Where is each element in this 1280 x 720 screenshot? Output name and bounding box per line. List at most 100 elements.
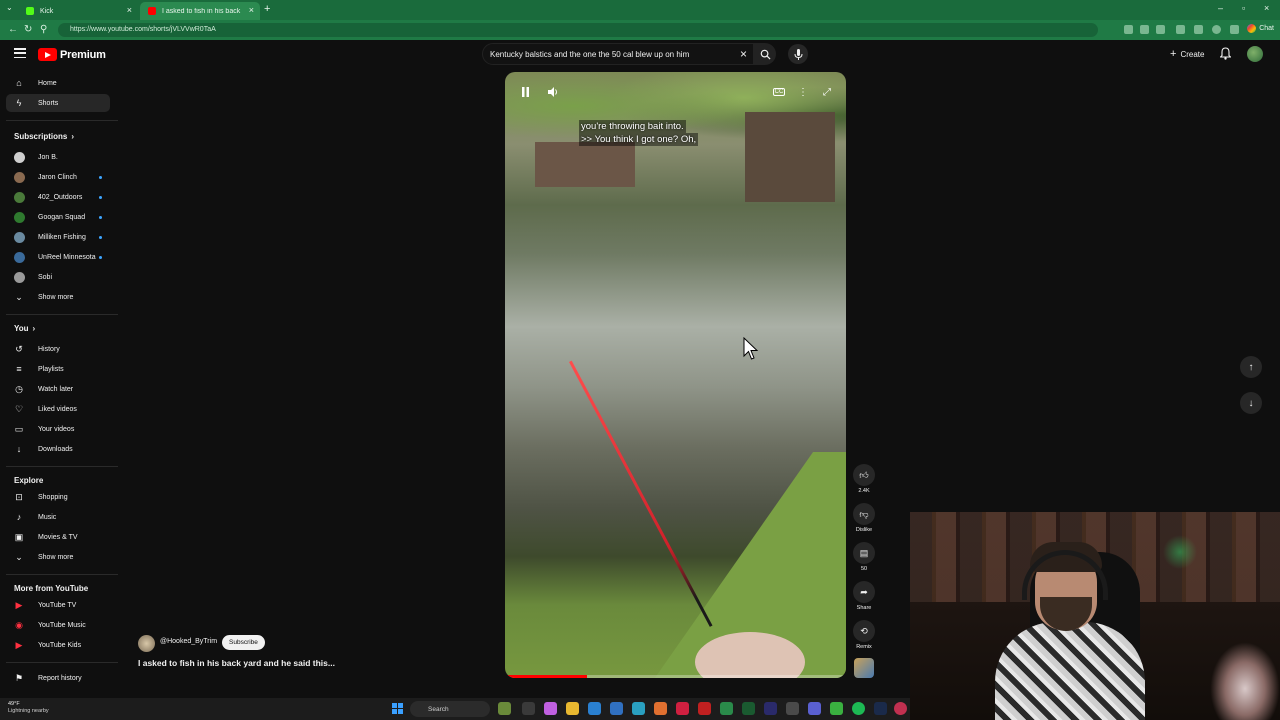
share-action[interactable]: ➦ Share	[853, 581, 875, 611]
next-short-button[interactable]: ↓	[1240, 392, 1262, 414]
sidebar-item-downloads[interactable]: ↓ Downloads	[6, 440, 110, 458]
back-icon[interactable]: ←	[8, 24, 18, 35]
comments-action[interactable]: ▤ 50	[853, 542, 875, 572]
subscriptions-heading[interactable]: Subscriptions ›	[14, 132, 74, 141]
chat-button[interactable]: Chat	[1247, 24, 1274, 33]
sidebar-item-shorts[interactable]: ϟ Shorts	[6, 94, 110, 112]
account-avatar[interactable]	[1247, 46, 1263, 62]
shorts-video-player[interactable]: you're throwing bait into. >> You think …	[505, 72, 846, 678]
show-more-explore[interactable]: ⌄ Show more	[6, 548, 110, 566]
create-button[interactable]: + Create	[1164, 46, 1210, 62]
site-info-icon[interactable]: ⚲	[40, 24, 47, 35]
search-box[interactable]: Kentucky balstics and the one the 50 cal…	[482, 43, 754, 65]
taskbar-app-icon[interactable]	[544, 702, 557, 715]
subscribe-button[interactable]: Subscribe	[222, 635, 265, 650]
like-button[interactable]: 👍︎	[853, 464, 875, 486]
taskbar-app-icon[interactable]	[610, 702, 623, 715]
search-input[interactable]: Kentucky balstics and the one the 50 cal…	[490, 50, 689, 59]
video-progress-bar[interactable]	[505, 675, 846, 678]
taskbar-app-icon[interactable]	[654, 702, 667, 715]
captions-button[interactable]: CC	[771, 84, 787, 100]
taskbar-app-icon[interactable]	[786, 702, 799, 715]
more-options-button[interactable]: ⋮	[795, 84, 811, 100]
search-button[interactable]	[754, 43, 776, 65]
dislike-button[interactable]: 👎︎	[853, 503, 875, 525]
sidebar-item-movies-tv[interactable]: ▣ Movies & TV	[6, 528, 110, 546]
menu-icon[interactable]	[14, 48, 26, 59]
share-button[interactable]: ➦	[853, 581, 875, 603]
volume-button[interactable]	[545, 84, 561, 100]
reload-icon[interactable]: ↻	[24, 24, 32, 35]
sidebar-item-playlists[interactable]: ≡ Playlists	[6, 360, 110, 378]
sidebar-item-shopping[interactable]: ⊡ Shopping	[6, 488, 110, 506]
taskbar-app-icon[interactable]	[498, 702, 511, 715]
taskbar-app-icon[interactable]	[742, 702, 755, 715]
tab-search-icon[interactable]: ⌄	[6, 3, 13, 12]
steam-icon[interactable]	[874, 702, 887, 715]
remix-button[interactable]: ⟲	[853, 620, 875, 642]
sidebar-subscription-googan-squad[interactable]: Googan Squad	[6, 208, 110, 226]
extension-icon[interactable]	[1124, 25, 1133, 34]
spotify-icon[interactable]	[852, 702, 865, 715]
taskbar-app-icon[interactable]	[764, 702, 777, 715]
profile-icon[interactable]	[1212, 25, 1221, 34]
new-tab-button[interactable]: +	[264, 3, 270, 15]
edge-browser-icon[interactable]	[632, 702, 645, 715]
menu-icon[interactable]	[1230, 25, 1239, 34]
sidebar-item-youtube-tv[interactable]: ▶ YouTube TV	[6, 596, 110, 614]
taskbar-app-icon[interactable]	[522, 702, 535, 715]
sidebar-item-youtube-music[interactable]: ◉ YouTube Music	[6, 616, 110, 634]
comments-button[interactable]: ▤	[853, 542, 875, 564]
sidebar-subscription-sobi[interactable]: Sobi	[6, 268, 110, 286]
sidebar-item-youtube-kids[interactable]: ▶ YouTube Kids	[6, 636, 110, 654]
sidebar-item-music[interactable]: ♪ Music	[6, 508, 110, 526]
maximize-button[interactable]: ▫	[1242, 3, 1245, 13]
like-action[interactable]: 👍︎ 2.4K	[853, 464, 875, 494]
browser-tab-kick[interactable]: Kick ×	[18, 2, 138, 20]
sidebar-item-history[interactable]: ↺ History	[6, 340, 110, 358]
windows-start-icon[interactable]	[392, 703, 403, 714]
fullscreen-button[interactable]: ⤢	[819, 84, 835, 100]
url-field[interactable]: https://www.youtube.com/shorts/jVLVVwR0T…	[58, 23, 1098, 37]
extension-icon[interactable]	[1176, 25, 1185, 34]
sidebar-subscription-unreel-minnesota[interactable]: UnReel Minnesota	[6, 248, 110, 266]
sidebar-item-home[interactable]: ⌂ Home	[6, 74, 110, 92]
sidebar-item-report-history[interactable]: ⚑ Report history	[6, 669, 110, 687]
taskbar-app-icon[interactable]	[830, 702, 843, 715]
chrome-icon[interactable]	[720, 702, 733, 715]
original-sound-thumbnail[interactable]	[854, 658, 874, 678]
extension-icon[interactable]	[1156, 25, 1165, 34]
pause-button[interactable]	[517, 84, 533, 100]
dislike-action[interactable]: 👎︎ Dislike	[853, 503, 875, 533]
sidebar-item-your-videos[interactable]: ▭ Your videos	[6, 420, 110, 438]
youtube-premium-logo[interactable]: Premium	[38, 48, 106, 61]
close-tab-icon[interactable]: ×	[249, 5, 254, 15]
taskbar-app-icon[interactable]	[698, 702, 711, 715]
extension-icon[interactable]	[1194, 25, 1203, 34]
sidebar-subscription-jaron-clinch[interactable]: Jaron Clinch	[6, 168, 110, 186]
remix-action[interactable]: ⟲ Remix	[853, 620, 875, 650]
notifications-bell-icon[interactable]	[1220, 47, 1231, 60]
minimize-button[interactable]: –	[1218, 3, 1223, 13]
channel-handle[interactable]: @Hooked_ByTrim	[160, 638, 217, 645]
taskbar-app-icon[interactable]	[588, 702, 601, 715]
sidebar-item-liked-videos[interactable]: ♡ Liked videos	[6, 400, 110, 418]
sidebar-subscription-milliken-fishing[interactable]: Milliken Fishing	[6, 228, 110, 246]
clear-search-icon[interactable]: ×	[740, 47, 747, 61]
taskbar-search[interactable]: Search	[410, 701, 490, 717]
show-more-subscriptions[interactable]: ⌄ Show more	[6, 288, 110, 306]
you-heading[interactable]: You ›	[14, 324, 35, 333]
taskbar-app-icon[interactable]	[808, 702, 821, 715]
sidebar-subscription-jon-b[interactable]: Jon B.	[6, 148, 110, 166]
bookmark-star-icon[interactable]	[1140, 25, 1149, 34]
weather-widget[interactable]: 49°F Lightning nearby	[8, 701, 49, 715]
file-explorer-icon[interactable]	[566, 702, 579, 715]
video-title[interactable]: I asked to fish in his back yard and he …	[138, 658, 335, 668]
browser-tab-youtube[interactable]: I asked to fish in his back yard ×	[140, 2, 260, 20]
channel-avatar[interactable]	[138, 635, 155, 652]
close-tab-icon[interactable]: ×	[127, 5, 132, 15]
voice-search-button[interactable]	[788, 44, 808, 64]
taskbar-app-icon[interactable]	[676, 702, 689, 715]
obs-icon[interactable]	[894, 702, 907, 715]
sidebar-item-watch-later[interactable]: ◷ Watch later	[6, 380, 110, 398]
